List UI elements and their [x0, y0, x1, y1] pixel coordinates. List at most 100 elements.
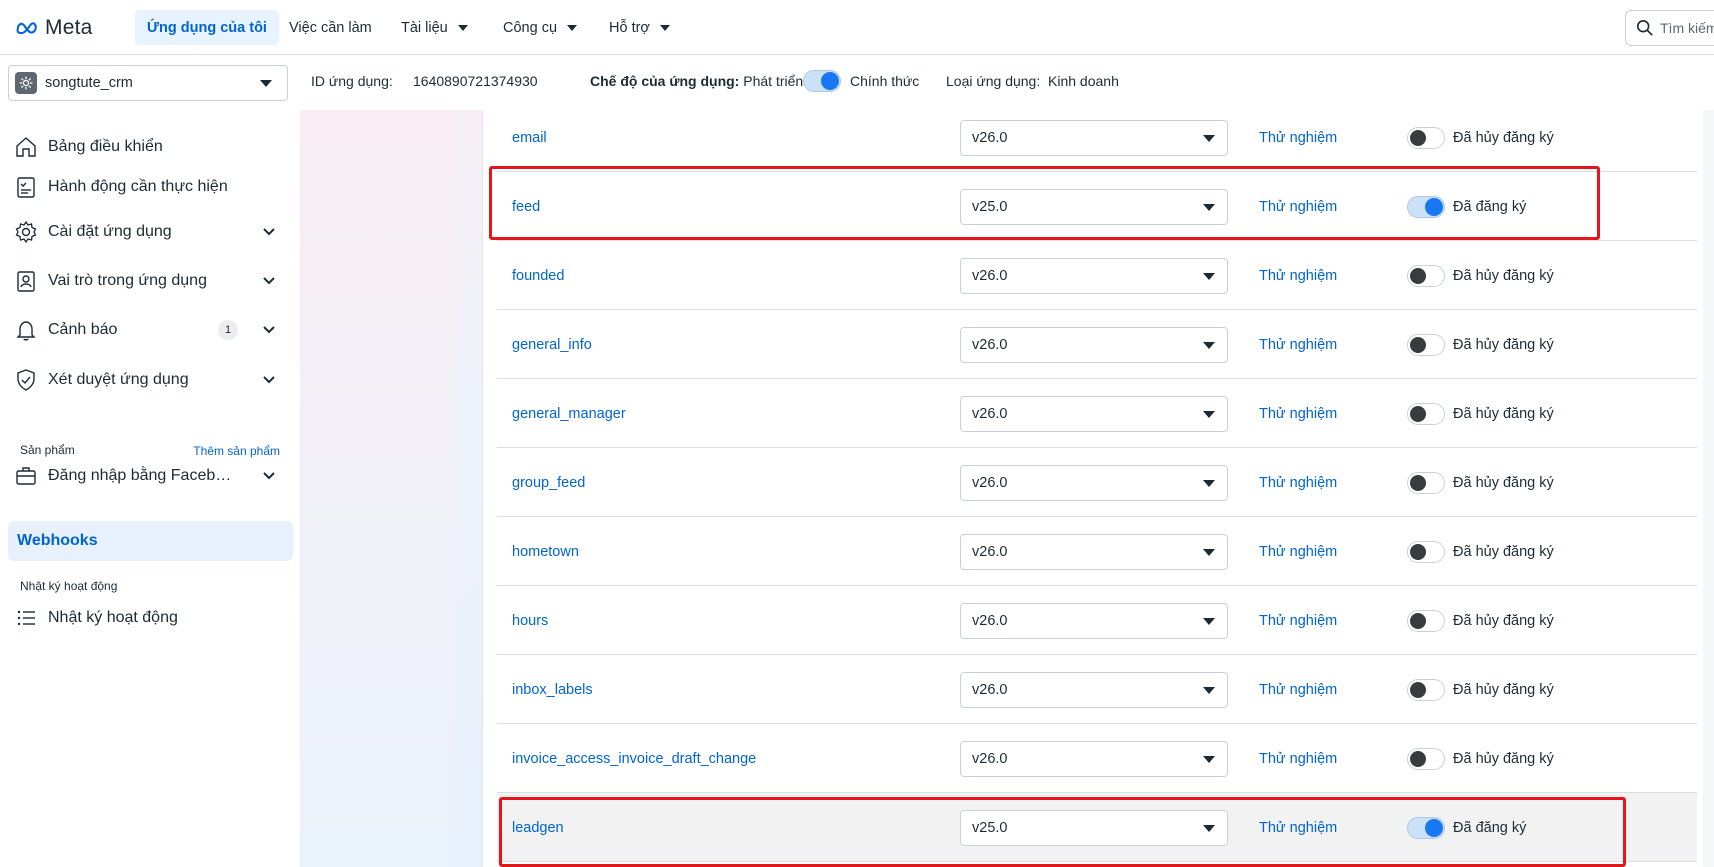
app-id-value: 1640890721374930: [413, 73, 538, 89]
chevron-down-icon[interactable]: [262, 225, 276, 239]
shield-check-icon: [17, 369, 35, 391]
nav-tab-support[interactable]: Hỗ trợ: [597, 10, 682, 45]
nav-tab-label: Ứng dụng của tôi: [147, 19, 267, 36]
version-value: v26.0: [972, 613, 1008, 629]
toggle-knob: [1410, 406, 1426, 422]
highlight-box-leadgen: [499, 797, 1626, 867]
test-link[interactable]: Thử nghiệm: [1259, 724, 1337, 793]
version-select[interactable]: v26.0: [960, 672, 1228, 708]
content-background-gradient: [300, 110, 455, 867]
app-bar: songtute_crm ID ứng dụng: 16408907213749…: [0, 56, 1714, 110]
toggle-knob: [1410, 613, 1426, 629]
scrollbar-track[interactable]: [1703, 110, 1714, 867]
version-select[interactable]: v26.0: [960, 396, 1228, 432]
version-select[interactable]: v26.0: [960, 741, 1228, 777]
field-name-link[interactable]: general_info: [512, 310, 592, 379]
version-select[interactable]: v26.0: [960, 327, 1228, 363]
version-select[interactable]: v26.0: [960, 534, 1228, 570]
app-mode: Chế độ của ứng dụng: Phát triển: [590, 73, 803, 89]
subscribe-toggle[interactable]: [1407, 334, 1445, 356]
subscribe-toggle[interactable]: [1407, 403, 1445, 425]
chevron-down-icon[interactable]: [262, 323, 276, 337]
sidebar-item-alerts[interactable]: Cảnh báo 1: [14, 318, 276, 342]
app-selector[interactable]: songtute_crm: [8, 65, 288, 101]
activity-heading: Nhật ký hoạt động: [20, 579, 118, 593]
field-name-link[interactable]: group_feed: [512, 448, 585, 517]
test-link[interactable]: Thử nghiệm: [1259, 103, 1337, 172]
highlight-box-feed: [489, 166, 1600, 240]
field-name-link[interactable]: hometown: [512, 517, 579, 586]
subscription-status: Đã hủy đăng ký: [1453, 405, 1554, 422]
sidebar: Bảng điều khiển Hành động cần thực hiện …: [0, 110, 300, 867]
meta-wordmark: Meta: [45, 16, 93, 39]
subscription-status: Đã hủy đăng ký: [1453, 612, 1554, 629]
app-name: songtute_crm: [45, 75, 133, 91]
test-link[interactable]: Thử nghiệm: [1259, 379, 1337, 448]
version-select[interactable]: v26.0: [960, 120, 1228, 156]
field-name-link[interactable]: hours: [512, 586, 548, 655]
caret-down-icon: [1203, 756, 1215, 763]
field-name-link[interactable]: general_manager: [512, 379, 626, 448]
test-link[interactable]: Thử nghiệm: [1259, 448, 1337, 517]
subscribe-toggle[interactable]: [1407, 472, 1445, 494]
test-link[interactable]: Thử nghiệm: [1259, 310, 1337, 379]
toggle-knob: [821, 72, 839, 90]
chevron-down-icon[interactable]: [262, 469, 276, 483]
add-product-link[interactable]: Thêm sản phẩm: [193, 444, 280, 458]
sidebar-item-app-roles[interactable]: Vai trò trong ứng dụng: [14, 269, 276, 293]
sidebar-item-label: Xét duyệt ứng dụng: [48, 371, 189, 388]
id-badge-icon: [17, 271, 35, 292]
subscribe-toggle[interactable]: [1407, 127, 1445, 149]
version-select[interactable]: v26.0: [960, 258, 1228, 294]
test-link[interactable]: Thử nghiệm: [1259, 655, 1337, 724]
subscribe-toggle[interactable]: [1407, 610, 1445, 632]
field-name-link[interactable]: inbox_labels: [512, 655, 593, 724]
version-value: v26.0: [972, 682, 1008, 698]
subscribe-toggle[interactable]: [1407, 541, 1445, 563]
app-mode-dev: Phát triển: [743, 73, 804, 89]
chevron-down-icon[interactable]: [262, 274, 276, 288]
field-name-link[interactable]: email: [512, 103, 547, 172]
sidebar-item-facebook-login[interactable]: Đăng nhập bằng Faceb…: [14, 464, 276, 488]
subscription-status: Đã hủy đăng ký: [1453, 681, 1554, 698]
test-link[interactable]: Thử nghiệm: [1259, 241, 1337, 310]
test-link[interactable]: Thử nghiệm: [1259, 517, 1337, 586]
sidebar-item-actions[interactable]: Hành động cần thực hiện: [14, 175, 276, 199]
sidebar-item-app-review[interactable]: Xét duyệt ứng dụng: [14, 368, 276, 392]
sidebar-item-label: Cài đặt ứng dụng: [48, 223, 172, 240]
table-row: invoice_access_invoice_draft_change v26.0…: [497, 724, 1697, 793]
nav-tab-todo[interactable]: Việc cần làm: [277, 10, 384, 45]
app-mode-toggle[interactable]: [803, 70, 841, 92]
bell-icon: [16, 321, 36, 341]
nav-tab-tools[interactable]: Công cụ: [491, 10, 589, 45]
version-select[interactable]: v26.0: [960, 465, 1228, 501]
app-mode-label: Chế độ của ứng dụng:: [590, 73, 740, 89]
subscribe-toggle[interactable]: [1407, 748, 1445, 770]
version-select[interactable]: v26.0: [960, 603, 1228, 639]
test-link[interactable]: Thử nghiệm: [1259, 586, 1337, 655]
sidebar-item-webhooks[interactable]: Webhooks: [8, 521, 293, 561]
list-icon: [17, 610, 35, 626]
chevron-down-icon[interactable]: [262, 373, 276, 387]
caret-down-icon: [1203, 549, 1215, 556]
nav-tab-my-apps[interactable]: Ứng dụng của tôi: [135, 10, 279, 45]
search-input[interactable]: Tìm kiếm: [1625, 10, 1714, 46]
search-placeholder: Tìm kiếm: [1660, 20, 1714, 36]
subscribe-toggle[interactable]: [1407, 265, 1445, 287]
sidebar-item-app-settings[interactable]: Cài đặt ứng dụng: [14, 220, 276, 244]
meta-infinity-icon: [16, 22, 37, 35]
version-value: v26.0: [972, 751, 1008, 767]
sidebar-item-dashboard[interactable]: Bảng điều khiển: [14, 135, 276, 159]
version-value: v26.0: [972, 268, 1008, 284]
subscribe-toggle[interactable]: [1407, 679, 1445, 701]
subscription-status: Đã hủy đăng ký: [1453, 474, 1554, 491]
meta-logo[interactable]: Meta: [15, 16, 93, 40]
table-row: inbox_labels v26.0 Thử nghiệm Đã hủy đăng k…: [497, 655, 1697, 724]
caret-down-icon: [1203, 687, 1215, 694]
version-value: v26.0: [972, 130, 1008, 146]
field-name-link[interactable]: founded: [512, 241, 564, 310]
nav-tab-docs[interactable]: Tài liệu: [389, 10, 480, 45]
table-row: founded v26.0 Thử nghiệm Đã hủy đăng ký: [497, 241, 1697, 310]
sidebar-item-activity-log[interactable]: Nhật ký hoạt động: [14, 606, 276, 630]
field-name-link[interactable]: invoice_access_invoice_draft_change: [512, 724, 756, 793]
